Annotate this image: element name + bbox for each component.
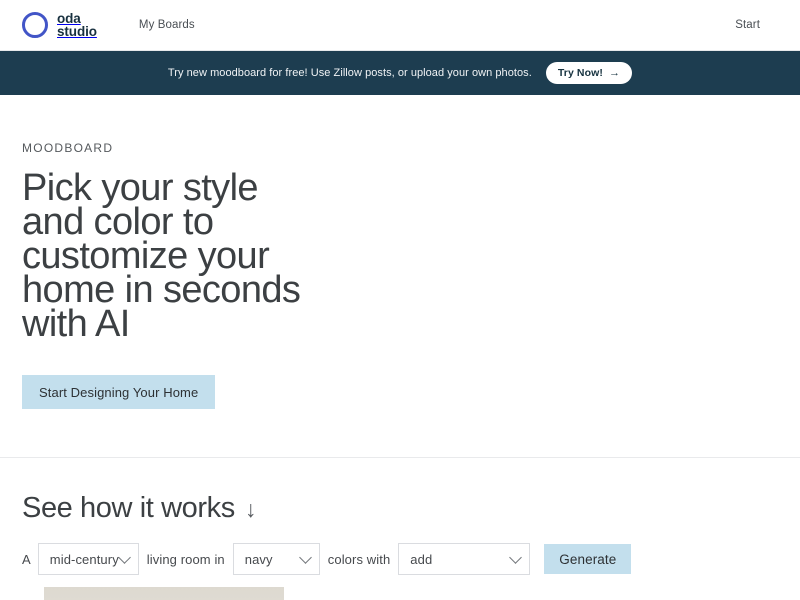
- hero-section: MOODBOARD Pick your style and color to c…: [0, 95, 800, 457]
- try-now-label: Try Now!: [557, 67, 603, 79]
- how-it-works-section: See how it works ↓ A mid-century living …: [0, 458, 800, 600]
- hero-headline: Pick your style and color to customize y…: [22, 167, 301, 345]
- chevron-down-icon: [509, 551, 523, 564]
- brand-logo-link[interactable]: oda studio: [22, 10, 97, 39]
- nav-item-my-boards[interactable]: My Boards: [139, 19, 195, 31]
- start-designing-button[interactable]: Start Designing Your Home: [22, 375, 216, 409]
- prompt-builder-row: A mid-century living room in navy colors…: [22, 543, 800, 575]
- add-select-value: add: [410, 551, 433, 567]
- brand-wordmark: oda studio: [57, 10, 97, 39]
- generate-button[interactable]: Generate: [544, 544, 632, 574]
- hero-eyebrow: MOODBOARD: [22, 141, 114, 155]
- builder-tail-words: colors with: [327, 551, 391, 567]
- preview-image-tile[interactable]: [44, 587, 284, 600]
- nav-item-start[interactable]: Start: [735, 19, 760, 31]
- brand-line-two: studio: [57, 24, 97, 39]
- how-it-works-heading: See how it works ↓: [22, 492, 800, 525]
- arrow-right-icon: →: [608, 67, 621, 79]
- promo-banner: Try new moodboard for free! Use Zillow p…: [0, 51, 800, 95]
- try-now-button[interactable]: Try Now! →: [545, 62, 633, 84]
- brand-line-one: oda: [57, 10, 81, 26]
- promo-message: Try new moodboard for free! Use Zillow p…: [167, 67, 532, 79]
- chevron-down-icon: [298, 551, 312, 564]
- builder-lead-word: A: [22, 551, 31, 567]
- how-it-works-title-text: See how it works: [22, 492, 235, 524]
- preview-strip: [22, 587, 800, 600]
- style-select[interactable]: mid-century: [37, 543, 139, 575]
- oda-circle-logo-icon: [22, 12, 48, 38]
- color-select[interactable]: navy: [232, 543, 320, 575]
- builder-mid-words: living room in: [146, 551, 225, 567]
- color-select-value: navy: [244, 551, 273, 567]
- add-select[interactable]: add: [398, 543, 531, 575]
- site-header: oda studio My Boards Start: [0, 0, 800, 51]
- arrow-down-icon: ↓: [244, 496, 257, 522]
